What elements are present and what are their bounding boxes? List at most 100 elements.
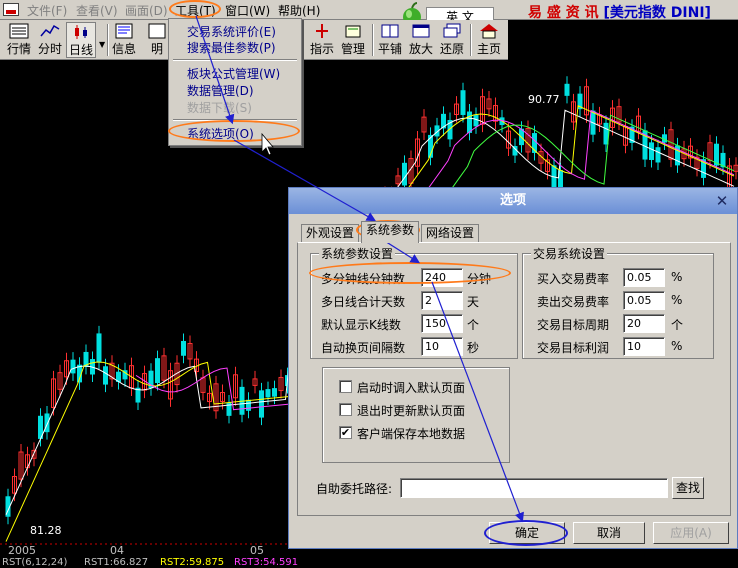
param-unit: % [671,270,683,284]
options-dialog: 选项 ✕ 外观设置 系统参数 网络设置 系统参数设置 多分钟线分钟数 240 分… [288,187,738,549]
menu-window[interactable]: 窗口(W) [225,2,270,19]
checkbox-label: 退出时更新默认页面 [357,404,466,418]
daily-button[interactable]: 日线 [66,22,96,58]
page-options-group: 启动时调入默认页面 退出时更新默认页面 ✔ 客户端保存本地数据 [322,367,510,463]
candle [428,127,433,166]
quotes-icon [9,23,29,39]
cancel-button[interactable]: 取消 [573,522,645,544]
param-unit: % [671,293,683,307]
detail-icon [148,23,166,39]
param-label: 自动换页间隔数 [321,341,406,355]
manage-icon [345,25,361,38]
quotes-label: 行情 [6,42,31,56]
menu-screen[interactable]: 画面(D) [125,2,168,19]
tab-system-params-label: 系统参数 [366,223,415,237]
manage-label: 管理 [340,42,365,56]
indicator-rst2: RST2:59.875 [160,557,225,568]
candle [623,118,628,154]
multi-day-input[interactable]: 2 [421,291,463,310]
candle [83,344,89,375]
home-icon [480,24,498,39]
highlight-ok-button [484,520,568,546]
restore-icon [443,23,461,38]
indicator-name: RST(6,12,24) [2,557,68,568]
candle [733,157,738,180]
high-price-label: 90.77 [528,93,560,106]
kline-count-input[interactable]: 150 [421,314,463,333]
param-unit: 秒 [467,341,480,355]
toolbar-separator [372,24,374,56]
candle [70,352,76,381]
candle [259,382,264,426]
info-icon [115,23,133,39]
maximize-label: 放大 [408,42,433,56]
browse-button[interactable]: 查找 [672,477,704,499]
param-label: 买入交易费率 [537,272,610,286]
indicator-status-bar: RST(6,12,24) RST1:66.827 RST2:59.875 RST… [0,558,738,568]
tab-panel: 系统参数设置 多分钟线分钟数 240 分钟 多日线合计天数 2 天 默认显示K线… [297,242,731,516]
menu-help[interactable]: 帮助(H) [278,2,320,19]
candle [44,405,50,440]
checkbox-label: 客户端保存本地数据 [357,427,466,441]
candle [506,123,511,157]
candle [51,370,56,416]
target-profit-input[interactable]: 10 [623,337,665,356]
candle [109,355,115,387]
target-period-input[interactable]: 20 [623,314,665,333]
tile-button[interactable]: 平铺 [376,22,404,58]
menu-file[interactable]: 文件(F) [27,2,67,19]
brand-name: 易 盛 资 讯 [528,5,604,21]
menu-item-data-manage[interactable]: 数据管理(D) [187,82,254,99]
menu-item-formula-manage[interactable]: 板块公式管理(W) [187,65,280,82]
path-label: 自助委托路径: [316,482,393,496]
param-unit: 天 [467,295,480,309]
intraday-icon [40,24,60,37]
candle [135,380,141,411]
dialog-title: 选项 [499,193,526,208]
intraday-button[interactable]: 分时 [36,22,64,58]
x-label-04: 04 [110,544,124,557]
tile-label: 平铺 [377,42,402,56]
dialog-title-bar: 选项 [289,188,737,214]
candle [564,76,570,104]
candle [577,86,583,117]
path-input[interactable] [400,478,668,498]
sell-fee-input[interactable]: 0.05 [623,291,665,310]
tab-appearance[interactable]: 外观设置 [301,224,360,242]
apply-button[interactable]: 应用(A) [653,522,729,544]
page-interval-input[interactable]: 10 [421,337,463,356]
candle [473,107,479,134]
candle [226,395,232,424]
candle [486,90,492,117]
restore-label: 还原 [439,42,464,56]
save-local-checkbox[interactable]: ✔ [339,426,352,439]
candle [467,104,472,141]
indicator-button[interactable]: 指示 [308,22,336,58]
daily-dropdown-arrow-icon[interactable]: ▼ [99,40,105,49]
candle [96,325,102,371]
info-button[interactable]: 信息 [110,22,138,58]
intraday-label: 分时 [37,42,62,56]
startup-default-checkbox[interactable] [339,380,352,393]
menu-item-search-params[interactable]: 搜索最佳参数(P) [187,39,276,56]
candle [441,106,446,136]
menu-view[interactable]: 查看(V) [76,2,118,19]
home-button[interactable]: 主页 [474,22,504,58]
exit-update-checkbox[interactable] [339,403,352,416]
highlight-system-options [168,120,300,142]
restore-button[interactable]: 还原 [438,22,466,58]
maximize-button[interactable]: 放大 [407,22,435,58]
tab-network[interactable]: 网络设置 [421,224,480,242]
tab-system-params[interactable]: 系统参数 [361,221,420,243]
detail-button[interactable]: 明细 [146,22,168,58]
candle [421,109,427,140]
candle [460,82,466,123]
menu-item-system-eval[interactable]: 交易系统评价(E) [187,23,276,40]
quotes-button[interactable]: 行情 [4,22,34,58]
manage-button[interactable]: 管理 [339,22,367,58]
instrument-name: [美元指数 DINI] [603,5,711,21]
detail-label: 明细 [150,42,163,56]
buy-fee-input[interactable]: 0.05 [623,268,665,287]
close-icon[interactable]: ✕ [713,192,731,210]
tab-network-label: 网络设置 [426,226,475,240]
